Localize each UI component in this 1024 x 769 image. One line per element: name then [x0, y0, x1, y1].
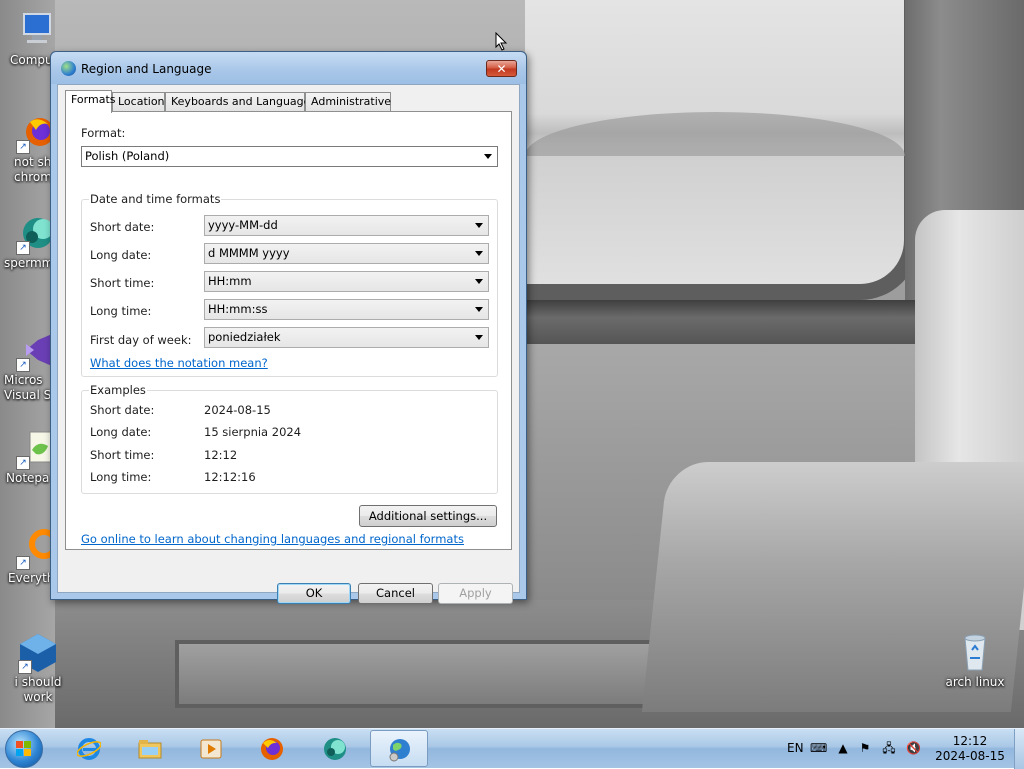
- shortcut-arrow-icon: ↗: [16, 456, 30, 470]
- example-long-time-value: 12:12:16: [204, 470, 256, 484]
- desktop-icon-label: i should work: [14, 675, 62, 704]
- windows-logo-icon: [16, 741, 32, 757]
- example-long-date-label: Long date:: [90, 425, 152, 439]
- language-indicator[interactable]: EN: [787, 741, 804, 755]
- tab-keyboards-languages[interactable]: Keyboards and Languages: [165, 92, 316, 111]
- shortcut-arrow-icon: ↗: [16, 140, 30, 154]
- apply-button[interactable]: Apply: [438, 583, 513, 604]
- first-day-value: poniedziałek: [208, 330, 281, 344]
- clock-time: 12:12: [952, 734, 988, 748]
- tab-administrative[interactable]: Administrative: [305, 92, 391, 111]
- chevron-down-icon: [475, 335, 483, 340]
- taskbar-firefox[interactable]: [243, 730, 301, 767]
- example-long-date-value: 15 sierpnia 2024: [204, 425, 302, 439]
- first-day-label: First day of week:: [90, 333, 192, 347]
- taskbar-media-player[interactable]: [182, 730, 240, 767]
- cancel-button[interactable]: Cancel: [358, 583, 433, 604]
- taskbar-app[interactable]: [306, 730, 364, 767]
- long-time-value: HH:mm:ss: [208, 302, 268, 316]
- action-center-flag-icon[interactable]: ⚑: [858, 741, 872, 755]
- format-label: Format:: [81, 126, 126, 140]
- network-icon[interactable]: 🖧: [882, 741, 896, 755]
- chevron-down-icon: [475, 251, 483, 256]
- example-long-time-label: Long time:: [90, 470, 152, 484]
- tab-formats[interactable]: Formats: [65, 90, 116, 113]
- example-short-date-value: 2024-08-15: [204, 403, 271, 417]
- shortcut-arrow-icon: ↗: [18, 660, 32, 674]
- examples-group: Examples Short date: 2024-08-15 Long dat…: [81, 383, 498, 494]
- taskbar-region-language[interactable]: [370, 730, 428, 767]
- region-language-icon: [389, 739, 410, 762]
- short-date-value: yyyy-MM-dd: [208, 218, 278, 232]
- online-help-link[interactable]: Go online to learn about changing langua…: [81, 532, 464, 546]
- long-date-label: Long date:: [90, 248, 152, 262]
- shortcut-arrow-icon: ↗: [16, 358, 30, 372]
- taskbar: EN ⌨ ▲ ⚑ 🖧 🔇 12:12 2024-08-15: [0, 728, 1024, 769]
- volume-muted-icon[interactable]: 🔇: [906, 741, 921, 755]
- desktop-icon-label: arch linux: [945, 675, 1005, 689]
- formats-panel: Format: Polish (Poland) Date and time fo…: [65, 111, 512, 550]
- shortcut-arrow-icon: ↗: [16, 241, 30, 255]
- example-short-time-value: 12:12: [204, 448, 238, 462]
- keyboard-icon[interactable]: ⌨: [810, 741, 827, 755]
- show-desktop-button[interactable]: [1014, 729, 1024, 769]
- long-date-value: d MMMM yyyy: [208, 246, 290, 260]
- ok-button[interactable]: OK: [277, 583, 351, 604]
- examples-group-title: Examples: [89, 383, 147, 397]
- short-time-label: Short time:: [90, 276, 155, 290]
- chevron-down-icon: [475, 279, 483, 284]
- format-select[interactable]: Polish (Poland): [81, 146, 498, 167]
- long-date-select[interactable]: d MMMM yyyy: [204, 243, 489, 264]
- long-time-label: Long time:: [90, 304, 152, 318]
- example-short-date-label: Short date:: [90, 403, 155, 417]
- format-value: Polish (Poland): [85, 149, 170, 163]
- dialog-titlebar[interactable]: Region and Language ✕: [51, 52, 526, 84]
- desktop-icon-virtualbox[interactable]: ↗ i should work: [0, 632, 76, 705]
- tab-location[interactable]: Location: [112, 92, 165, 111]
- clock-date: 2024-08-15: [935, 749, 1005, 763]
- desktop-icon-recycle-bin[interactable]: arch linux: [937, 632, 1013, 690]
- short-time-value: HH:mm: [208, 274, 252, 288]
- start-button[interactable]: [5, 730, 43, 768]
- taskbar-internet-explorer[interactable]: [60, 730, 118, 767]
- example-short-time-label: Short time:: [90, 448, 155, 462]
- first-day-select[interactable]: poniedziałek: [204, 327, 489, 348]
- region-language-dialog: Region and Language ✕ Formats Location K…: [50, 51, 527, 604]
- globe-icon: [61, 61, 76, 76]
- datetime-formats-group: Date and time formats Short date: yyyy-M…: [81, 192, 498, 377]
- dialog-client: Formats Location Keyboards and Languages…: [57, 84, 520, 604]
- short-date-select[interactable]: yyyy-MM-dd: [204, 215, 489, 236]
- short-date-label: Short date:: [90, 220, 155, 234]
- media-player-icon: [200, 739, 222, 759]
- taskbar-file-explorer[interactable]: [121, 730, 179, 767]
- close-button[interactable]: ✕: [486, 60, 517, 77]
- show-hidden-icons-icon[interactable]: ▲: [836, 741, 850, 755]
- firefox-icon: [261, 738, 283, 760]
- shortcut-arrow-icon: ↗: [16, 556, 30, 570]
- chevron-down-icon: [475, 223, 483, 228]
- datetime-group-title: Date and time formats: [89, 192, 222, 206]
- long-time-select[interactable]: HH:mm:ss: [204, 299, 489, 320]
- app-icon: [324, 738, 346, 760]
- close-icon: ✕: [496, 62, 507, 76]
- short-time-select[interactable]: HH:mm: [204, 271, 489, 292]
- chevron-down-icon: [484, 154, 492, 159]
- virtualbox-icon: ↗: [18, 632, 58, 674]
- computer-icon: [16, 10, 56, 50]
- recycle-bin-icon: [955, 632, 995, 672]
- dialog-title: Region and Language: [81, 62, 212, 76]
- clock[interactable]: 12:12 2024-08-15: [930, 734, 1010, 764]
- chevron-down-icon: [475, 307, 483, 312]
- internet-explorer-icon: [77, 738, 101, 760]
- notation-link[interactable]: What does the notation mean?: [90, 356, 268, 370]
- additional-settings-button[interactable]: Additional settings...: [359, 505, 497, 527]
- file-explorer-icon: [138, 740, 162, 759]
